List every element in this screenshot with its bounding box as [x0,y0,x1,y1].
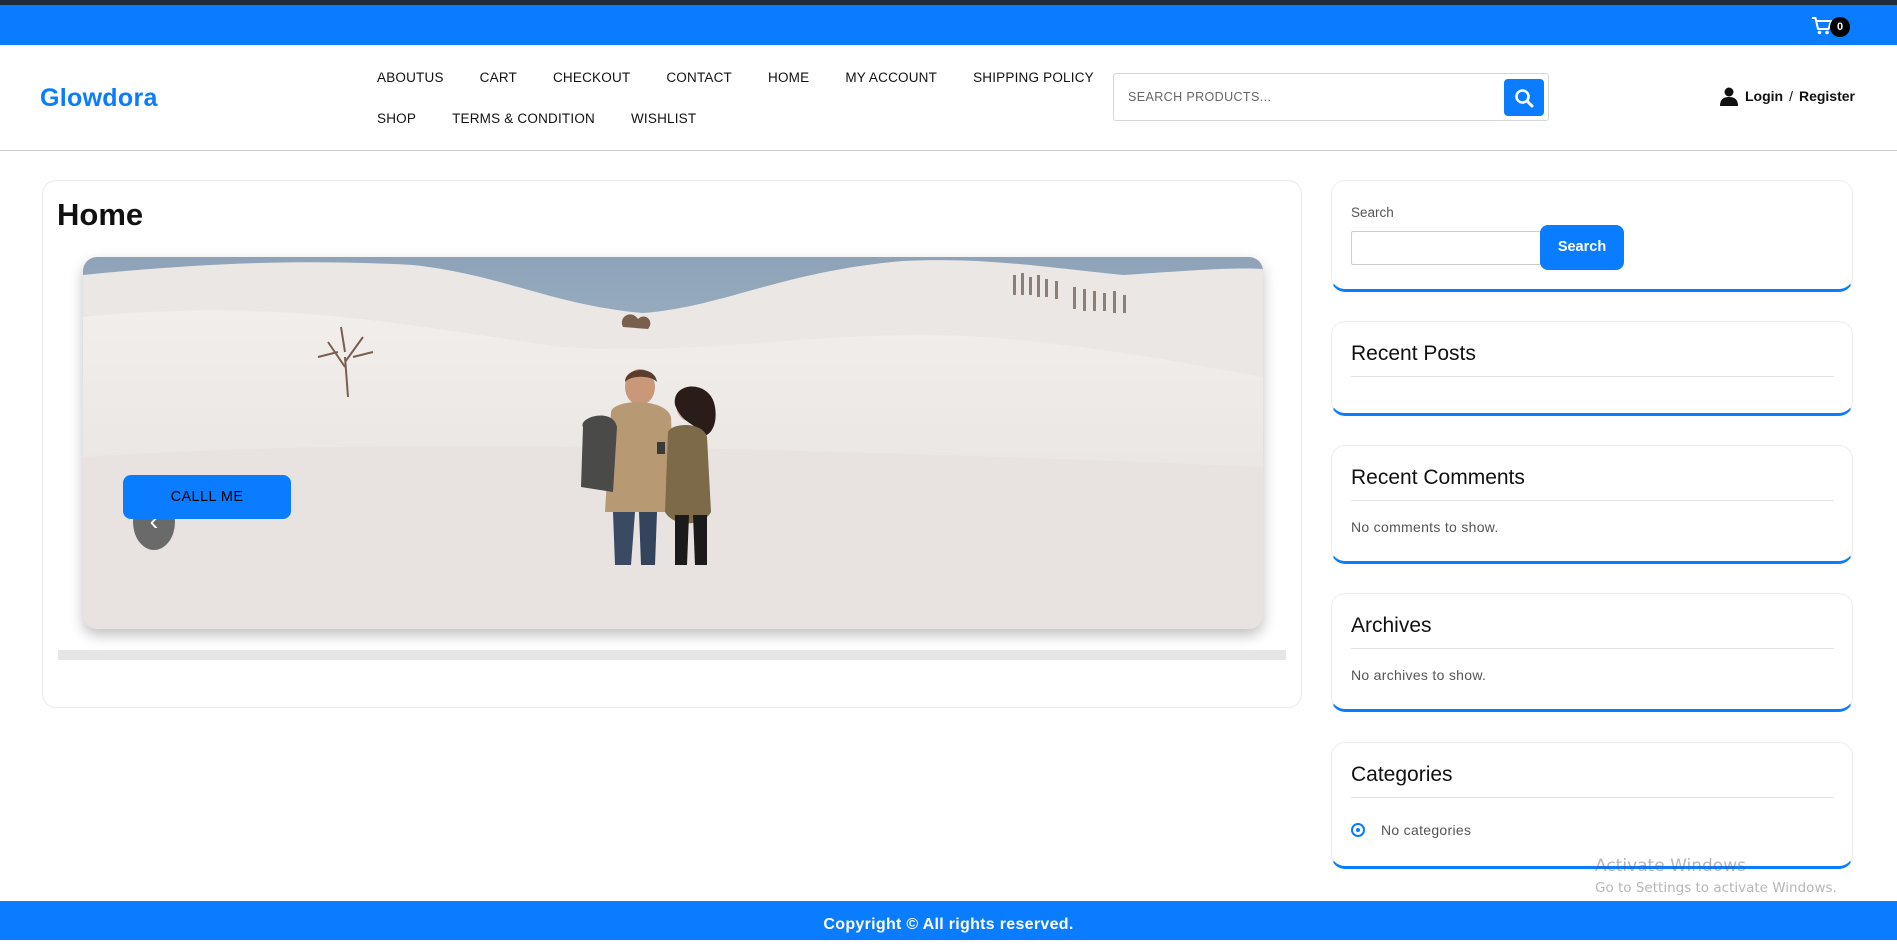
page-title: Home [57,197,144,232]
user-icon [1719,87,1738,106]
recent-comments-divider [1351,500,1834,501]
recent-comments-empty: No comments to show. [1351,519,1499,535]
main-nav: ABOUTUS CART CHECKOUT CONTACT HOME MY AC… [377,57,1094,139]
nav-item-cart[interactable]: CART [480,70,517,85]
product-search-input[interactable] [1128,84,1488,110]
activate-windows-watermark: Activate Windows Go to Settings to activ… [1595,856,1837,896]
nav-item-aboutus[interactable]: ABOUTUS [377,70,444,85]
nav-item-shop[interactable]: SHOP [377,111,416,126]
archives-empty: No archives to show. [1351,667,1487,683]
call-me-button[interactable]: CALLL ME [123,475,291,519]
nav-item-shipping-policy[interactable]: SHIPPING POLICY [973,70,1094,85]
account-links: Login / Register [1719,86,1855,106]
recent-posts-title: Recent Posts [1351,342,1476,365]
sidebar-search-button[interactable]: Search [1540,225,1624,270]
nav-item-terms[interactable]: TERMS & CONDITION [452,111,595,126]
categories-widget: Categories No categories [1331,742,1853,869]
nav-item-contact[interactable]: CONTACT [666,70,732,85]
nav-item-home[interactable]: HOME [768,70,809,85]
categories-empty: No categories [1381,822,1472,838]
recent-posts-divider [1351,376,1834,377]
nav-item-checkout[interactable]: CHECKOUT [553,70,630,85]
archives-widget: Archives No archives to show. [1331,593,1853,712]
search-widget-label: Search [1351,205,1394,220]
activate-windows-title: Activate Windows [1595,856,1746,876]
product-search [1113,73,1549,121]
radio-bullet-icon [1351,823,1365,837]
hero-slider: CALLL ME ‹ › [83,257,1263,629]
nav-item-wishlist[interactable]: WISHLIST [631,111,696,126]
site-logo[interactable]: Glowdora [40,84,158,113]
recent-posts-widget: Recent Posts [1331,321,1853,416]
site-header: Glowdora ABOUTUS CART CHECKOUT CONTACT H… [0,45,1897,151]
archives-divider [1351,648,1834,649]
activate-windows-subtitle: Go to Settings to activate Windows. [1595,880,1837,896]
register-link[interactable]: Register [1799,88,1855,104]
nav-row-2: SHOP TERMS & CONDITION WISHLIST [377,98,1077,139]
recent-comments-widget: Recent Comments No comments to show. [1331,445,1853,564]
mini-cart[interactable]: 0 [1812,15,1852,41]
archives-title: Archives [1351,614,1432,637]
main-content-card: Home CALLL ME ‹ [42,180,1302,708]
hero-image [83,257,1263,629]
nav-item-my-account[interactable]: MY ACCOUNT [845,70,937,85]
recent-comments-title: Recent Comments [1351,466,1525,489]
copyright-text: Copyright © All rights reserved. [823,916,1074,933]
search-icon [1515,88,1534,107]
login-register-separator: / [1789,88,1793,104]
categories-divider [1351,797,1834,798]
login-link[interactable]: Login [1745,88,1783,104]
sidebar-search-input[interactable] [1351,231,1541,265]
cart-count-badge: 0 [1830,17,1850,37]
categories-title: Categories [1351,763,1453,786]
search-widget: Search Search [1331,180,1853,292]
product-search-button[interactable] [1504,79,1544,116]
top-bar: 0 [0,5,1897,45]
slider-progress-track [58,650,1286,660]
cart-icon [1812,17,1832,35]
nav-row-1: ABOUTUS CART CHECKOUT CONTACT HOME MY AC… [377,57,1094,98]
site-footer: Copyright © All rights reserved. [0,901,1897,940]
